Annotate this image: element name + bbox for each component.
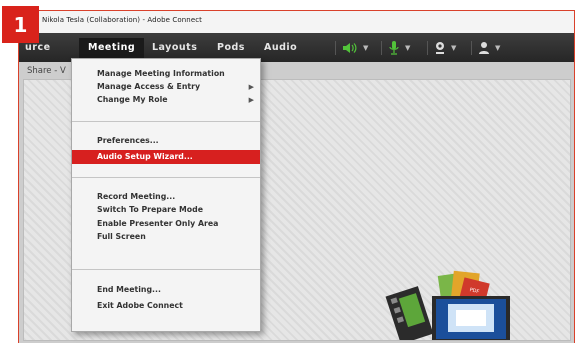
- microphone-control[interactable]: ▼: [381, 41, 410, 55]
- menu-pods[interactable]: Pods: [217, 42, 245, 53]
- chevron-down-icon: ▼: [451, 44, 457, 52]
- menu-separator: [72, 121, 260, 122]
- toolbar-divider: [335, 41, 336, 55]
- menu-meeting[interactable]: Meeting: [79, 38, 145, 58]
- submenu-arrow-icon: ▶: [248, 96, 254, 104]
- webcam-control[interactable]: ▼: [427, 41, 456, 55]
- menu-item-preferences[interactable]: Preferences...: [97, 136, 159, 145]
- window-title: Nikola Tesla (Collaboration) - Adobe Con…: [42, 16, 203, 24]
- toolbar-divider: [381, 41, 382, 55]
- share-illustration: PDF: [385, 270, 510, 340]
- user-status-control[interactable]: ▼: [471, 41, 500, 55]
- menu-item-audio-setup-wizard[interactable]: Audio Setup Wizard...: [72, 150, 260, 164]
- menu-item-end-meeting[interactable]: End Meeting...: [97, 285, 161, 294]
- menu-item-change-my-role[interactable]: Change My Role: [97, 95, 168, 104]
- menu-layouts[interactable]: Layouts: [152, 42, 197, 53]
- menu-audio[interactable]: Audio: [264, 42, 297, 53]
- menu-item-enable-presenter-only-area[interactable]: Enable Presenter Only Area: [97, 219, 218, 228]
- chevron-down-icon: ▼: [363, 44, 369, 52]
- menu-resource[interactable]: urce: [25, 42, 51, 53]
- webcam-icon: [436, 42, 444, 54]
- toolbar-divider: [427, 41, 428, 55]
- speaker-icon: [343, 43, 357, 53]
- menu-item-full-screen[interactable]: Full Screen: [97, 232, 146, 241]
- menu-item-exit-adobe-connect[interactable]: Exit Adobe Connect: [97, 301, 183, 310]
- submenu-arrow-icon: ▶: [248, 83, 254, 91]
- menu-item-manage-access-entry[interactable]: Manage Access & Entry: [97, 82, 200, 91]
- window-titlebar: Nikola Tesla (Collaboration) - Adobe Con…: [19, 11, 574, 34]
- chevron-down-icon: ▼: [495, 44, 501, 52]
- meeting-dropdown-menu: Manage Meeting Information Manage Access…: [71, 58, 261, 332]
- microphone-icon: [389, 41, 399, 55]
- user-status-icon: [479, 42, 489, 54]
- menu-item-switch-to-prepare-mode[interactable]: Switch To Prepare Mode: [97, 205, 203, 214]
- share-pod-title: Share - V: [27, 66, 66, 76]
- toolbar-divider: [471, 41, 472, 55]
- menu-separator: [72, 269, 260, 270]
- step-number-badge: 1: [2, 6, 39, 43]
- menu-item-record-meeting[interactable]: Record Meeting...: [97, 192, 175, 201]
- speaker-control[interactable]: ▼: [335, 41, 368, 55]
- menu-separator: [72, 177, 260, 178]
- menu-item-manage-meeting-information[interactable]: Manage Meeting Information: [97, 69, 225, 78]
- chevron-down-icon: ▼: [405, 44, 411, 52]
